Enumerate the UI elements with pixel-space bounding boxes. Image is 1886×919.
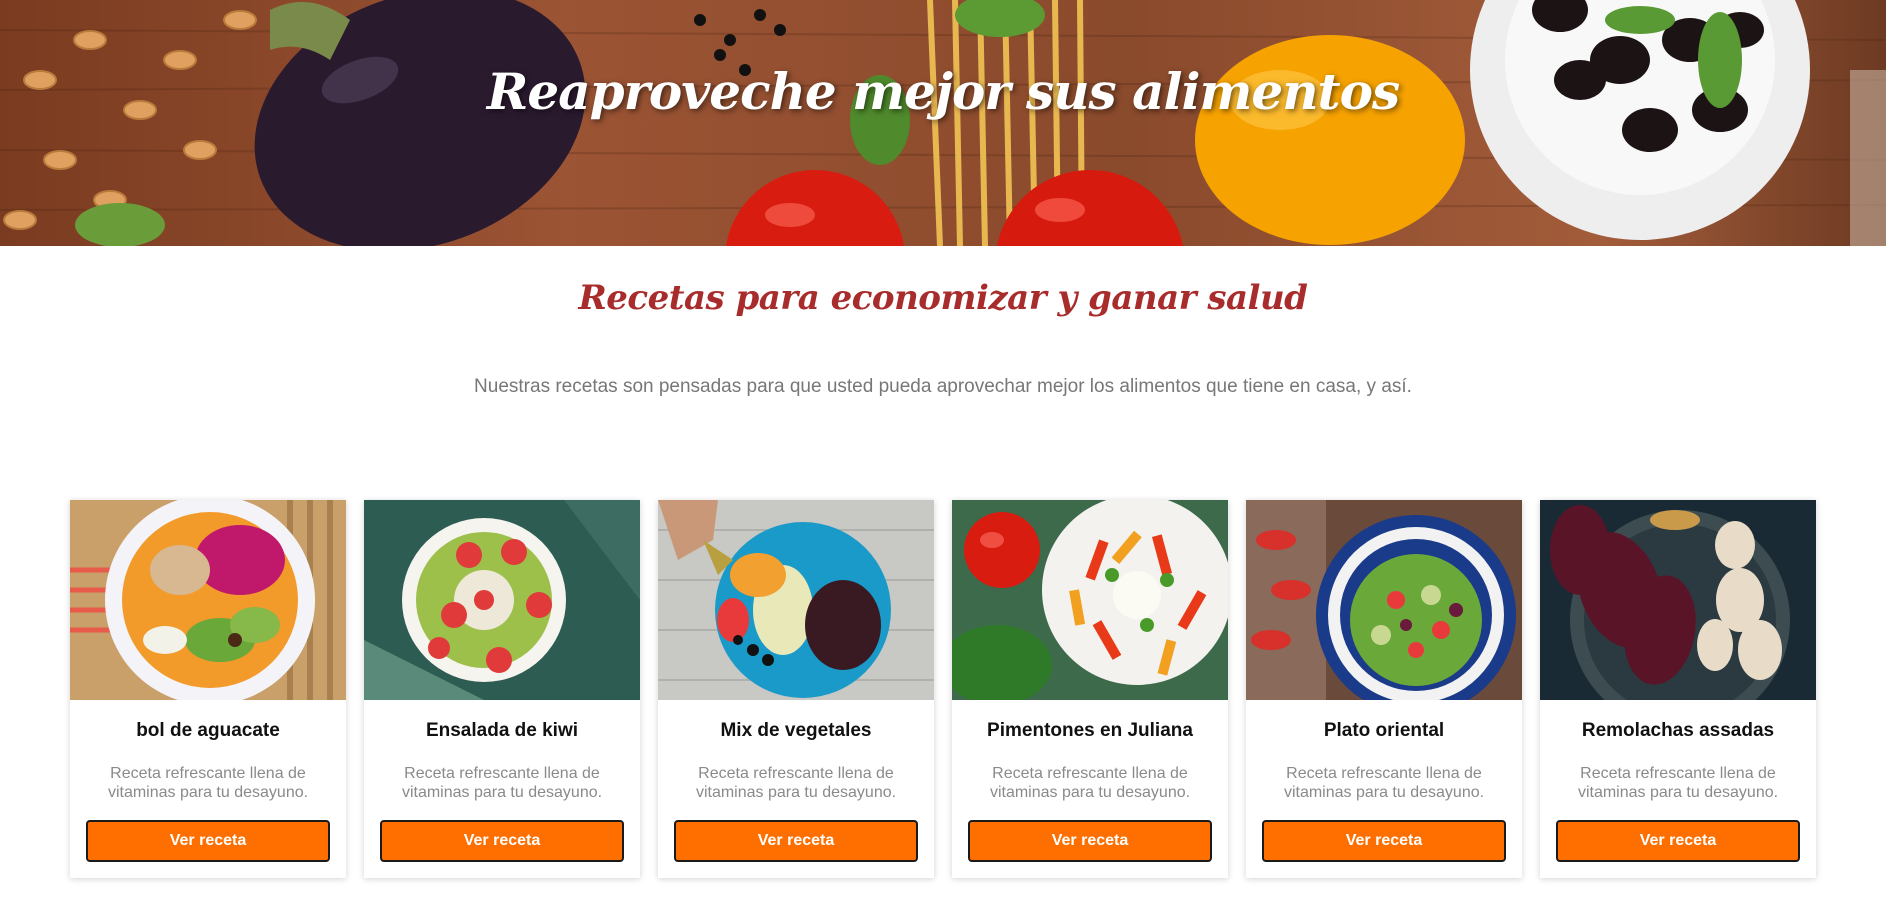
- vegetable-mix-photo: [658, 500, 934, 700]
- recipe-title: bol de aguacate: [136, 720, 280, 741]
- avocado-bowl-photo: [70, 500, 346, 700]
- julienne-peppers-photo: [952, 500, 1228, 700]
- recipe-card: Remolachas assadas Receta refrescante ll…: [1540, 500, 1816, 878]
- recipe-cards: bol de aguacate Receta refrescante llena…: [70, 500, 1816, 878]
- view-recipe-button[interactable]: Ver receta: [968, 820, 1212, 862]
- view-recipe-button[interactable]: Ver receta: [380, 820, 624, 862]
- view-recipe-button[interactable]: Ver receta: [86, 820, 330, 862]
- recipe-description: Receta refrescante llena de vitaminas pa…: [1283, 765, 1485, 801]
- oriental-dish-photo: [1246, 500, 1522, 700]
- recipe-title: Plato oriental: [1323, 720, 1445, 741]
- recipe-card: Pimentones en Juliana Receta refrescante…: [952, 500, 1228, 878]
- recipe-card: Ensalada de kiwi Receta refrescante llen…: [364, 500, 640, 878]
- section-description: Nuestras recetas son pensadas para que u…: [474, 376, 1412, 397]
- recipe-description: Receta refrescante llena de vitaminas pa…: [1577, 765, 1779, 801]
- recipe-title: Ensalada de kiwi: [425, 720, 579, 741]
- kiwi-salad-photo: [364, 500, 640, 700]
- section-title: Recetas para economizar y ganar salud: [578, 278, 1308, 318]
- view-recipe-button[interactable]: Ver receta: [1556, 820, 1800, 862]
- recipe-description: Receta refrescante llena de vitaminas pa…: [989, 765, 1191, 801]
- hero-banner: Reaproveche mejor sus alimentos: [0, 0, 1886, 246]
- recipe-card: Plato oriental Receta refrescante llena …: [1246, 500, 1522, 878]
- recipe-title: Pimentones en Juliana: [987, 720, 1193, 741]
- recipe-description: Receta refrescante llena de vitaminas pa…: [695, 765, 897, 801]
- view-recipe-button[interactable]: Ver receta: [674, 820, 918, 862]
- hero-title: Reaproveche mejor sus alimentos: [486, 62, 1400, 121]
- recipe-title: Mix de vegetales: [720, 720, 872, 741]
- hero-food-image: [0, 0, 1886, 246]
- view-recipe-button[interactable]: Ver receta: [1262, 820, 1506, 862]
- recipe-title: Remolachas assadas: [1581, 720, 1775, 741]
- roasted-beets-photo: [1540, 500, 1816, 700]
- recipe-description: Receta refrescante llena de vitaminas pa…: [401, 765, 603, 801]
- recipe-card: bol de aguacate Receta refrescante llena…: [70, 500, 346, 878]
- recipe-description: Receta refrescante llena de vitaminas pa…: [107, 765, 309, 801]
- recipe-card: Mix de vegetales Receta refrescante llen…: [658, 500, 934, 878]
